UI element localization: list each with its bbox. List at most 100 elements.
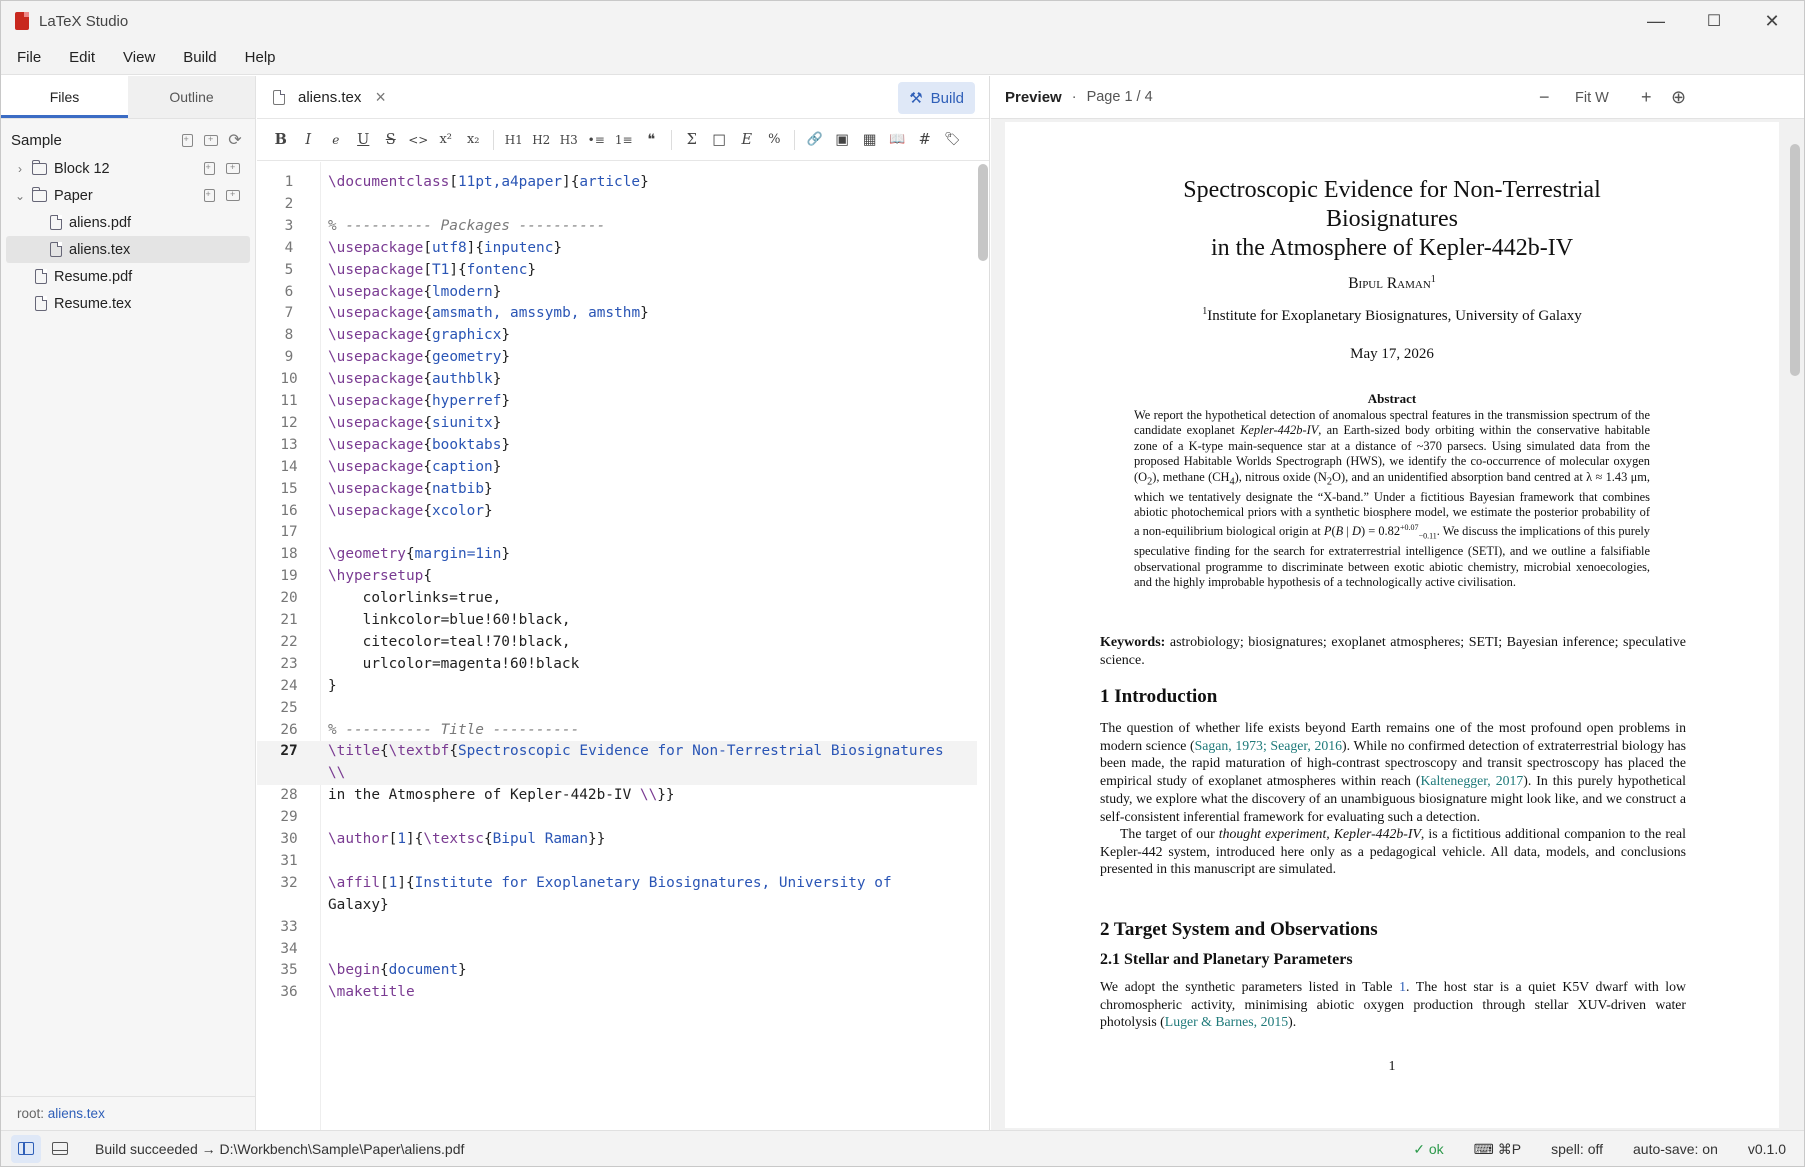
code-line[interactable]: 16 \usepackage{xcolor} (257, 501, 977, 523)
math-button[interactable]: Σ (678, 126, 706, 154)
code-line[interactable]: 8 \usepackage{graphicx} (257, 325, 977, 347)
minimize-button[interactable]: — (1627, 1, 1685, 41)
new-folder-icon[interactable] (223, 158, 243, 178)
heading2-button[interactable]: H2 (528, 126, 556, 154)
new-folder-icon[interactable] (201, 130, 221, 150)
refresh-icon[interactable]: ⟳ (225, 130, 245, 150)
link-button[interactable]: 🔗 (801, 126, 829, 154)
tree-file-aliens-pdf[interactable]: aliens.pdf (1, 209, 255, 236)
code-line[interactable]: 32 \affil[1]{Institute for Exoplanetary B… (257, 873, 977, 917)
numbered-list-button[interactable]: 1≡ (610, 126, 638, 154)
code-line[interactable]: 29 (257, 807, 977, 829)
tree-file-resume-pdf[interactable]: Resume.pdf (1, 263, 255, 290)
menu-build[interactable]: Build (169, 41, 230, 75)
citation-button[interactable]: 📖 (884, 126, 912, 154)
code-line[interactable]: 14 \usepackage{caption} (257, 457, 977, 479)
zoom-in-button[interactable]: + (1641, 76, 1652, 119)
new-file-icon[interactable] (177, 130, 197, 150)
maximize-button[interactable]: ☐ (1685, 1, 1743, 41)
table-button[interactable]: ▦ (856, 126, 884, 154)
menu-help[interactable]: Help (231, 41, 290, 75)
display-math-button[interactable]: □ (706, 126, 734, 154)
code-line[interactable]: 11 \usepackage{hyperref} (257, 391, 977, 413)
close-button[interactable]: ✕ (1743, 1, 1801, 41)
code-line[interactable]: 15 \usepackage{natbib} (257, 479, 977, 501)
equation-button[interactable]: E (733, 126, 761, 154)
code-area[interactable]: 1 \documentclass[11pt,a4paper]{article} 2 3… (257, 162, 977, 1130)
citation-link[interactable]: Luger & Barnes, 2015 (1165, 1014, 1288, 1029)
image-button[interactable]: ▣ (829, 126, 857, 154)
code-line[interactable]: 36 \maketitle (257, 982, 977, 1004)
tree-folder-block-12[interactable]: › Block 12 (1, 155, 255, 182)
tree-file-resume-tex[interactable]: Resume.tex (1, 290, 255, 317)
code-line[interactable]: 25 (257, 698, 977, 720)
code-line[interactable]: 20 colorlinks=true, (257, 588, 977, 610)
code-line[interactable]: 18 \geometry{margin=1in} (257, 544, 977, 566)
code-line[interactable]: 30 \author[1]{\textsc{Bipul Raman}} (257, 829, 977, 851)
section-ref-button[interactable]: # (911, 126, 939, 154)
code-line[interactable]: 7 \usepackage{amsmath, amssymb, amsthm} (257, 303, 977, 325)
code-line[interactable]: 24} (257, 676, 977, 698)
code-line[interactable]: 10 \usepackage{authblk} (257, 369, 977, 391)
menu-file[interactable]: File (1, 41, 55, 75)
preview-scrollbar[interactable] (1790, 144, 1800, 376)
editor-scrollbar[interactable] (978, 164, 988, 261)
new-file-icon[interactable] (199, 185, 219, 205)
superscript-button[interactable]: x² (432, 126, 460, 154)
new-file-icon[interactable] (199, 158, 219, 178)
code-line[interactable]: 4 \usepackage[utf8]{inputenc} (257, 238, 977, 260)
code-line[interactable]: 34 (257, 939, 977, 961)
code-line[interactable]: 19 \hypersetup{ (257, 566, 977, 588)
editor-tab-aliens-tex[interactable]: aliens.tex × (273, 87, 386, 108)
zoom-out-button[interactable]: − (1539, 76, 1550, 119)
emphasis-button[interactable]: e (322, 126, 350, 154)
fraction-button[interactable]: % (761, 126, 789, 154)
root-file-link[interactable]: aliens.tex (48, 1106, 105, 1121)
code-line[interactable]: 22 citecolor=teal!70!black, (257, 632, 977, 654)
tab-files[interactable]: Files (1, 76, 128, 118)
strikethrough-button[interactable]: S (377, 126, 405, 154)
toggle-sidebar-button[interactable] (11, 1134, 41, 1163)
underline-button[interactable]: U (350, 126, 378, 154)
bullet-list-button[interactable]: •≡ (583, 126, 611, 154)
label-button[interactable]: 🏷 (939, 126, 967, 154)
code-button[interactable]: <> (405, 126, 433, 154)
quote-button[interactable]: ❝ (638, 126, 666, 154)
code-line[interactable]: 12 \usepackage{siunitx} (257, 413, 977, 435)
code-line[interactable]: 5 \usepackage[T1]{fontenc} (257, 260, 977, 282)
bold-button[interactable]: B (267, 126, 295, 154)
code-line[interactable]: 13 \usepackage{booktabs} (257, 435, 977, 457)
close-tab-icon[interactable]: × (375, 87, 386, 108)
fit-width-button[interactable]: Fit W (1575, 76, 1609, 119)
code-line[interactable]: 1 \documentclass[11pt,a4paper]{article} (257, 172, 977, 194)
code-line[interactable]: 21 linkcolor=blue!60!black, (257, 610, 977, 632)
table-ref-link[interactable]: 1 (1399, 979, 1406, 994)
code-line[interactable]: 3 % ---------- Packages ---------- (257, 216, 977, 238)
code-line[interactable]: 2 (257, 194, 977, 216)
tree-file-aliens-tex[interactable]: aliens.tex (6, 236, 250, 263)
code-line[interactable]: 35 \begin{document} (257, 960, 977, 982)
code-line[interactable]: 6 \usepackage{lmodern} (257, 282, 977, 304)
code-line[interactable]: 27 \title{\textbf{Spectroscopic Evidence … (257, 741, 977, 786)
menu-view[interactable]: View (109, 41, 169, 75)
code-line[interactable]: 17 (257, 522, 977, 544)
chevron-right-icon[interactable]: › (13, 162, 27, 176)
italic-button[interactable]: I (295, 126, 323, 154)
citation-link[interactable]: Kaltenegger, 2017 (1420, 773, 1523, 788)
code-line[interactable]: 26 % ---------- Title ---------- (257, 720, 977, 742)
subscript-button[interactable]: x₂ (460, 126, 488, 154)
heading1-button[interactable]: H1 (500, 126, 528, 154)
build-button[interactable]: ⚒ Build (898, 82, 975, 114)
zoom-icon[interactable]: ⊕ (1671, 76, 1686, 119)
code-line[interactable]: 23 urlcolor=magenta!60!black (257, 654, 977, 676)
tree-folder-paper[interactable]: ⌄ Paper (1, 182, 255, 209)
tab-outline[interactable]: Outline (128, 76, 255, 118)
menu-edit[interactable]: Edit (55, 41, 109, 75)
new-folder-icon[interactable] (223, 185, 243, 205)
auto-save-toggle[interactable]: auto-save: on (1633, 1141, 1718, 1157)
spell-check-toggle[interactable]: spell: off (1551, 1141, 1603, 1157)
keyboard-shortcut-indicator[interactable]: ⌨ ⌘P (1474, 1141, 1521, 1158)
heading3-button[interactable]: H3 (555, 126, 583, 154)
chevron-down-icon[interactable]: ⌄ (13, 189, 27, 203)
toggle-bottom-panel-button[interactable] (45, 1135, 75, 1163)
